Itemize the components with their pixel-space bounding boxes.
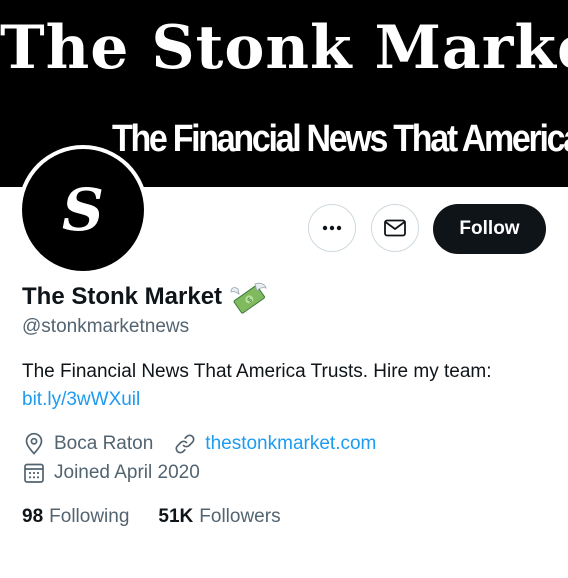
following-count: 98 [22, 506, 44, 527]
profile-meta-location-website: Boca Raton thestonkmarket.com [22, 431, 376, 457]
money-with-wings-icon: $ [230, 282, 267, 314]
following-link[interactable]: 98 Following [22, 506, 129, 528]
link-icon [175, 434, 195, 454]
envelope-icon [384, 219, 406, 237]
profile-meta-joined: Joined April 2020 [22, 460, 200, 486]
profile-bio: The Financial News That America Trusts. … [22, 358, 552, 414]
profile-joined: Joined April 2020 [54, 462, 200, 483]
followers-link[interactable]: 51K Followers [158, 506, 280, 528]
profile-stats: 98 Following 51K Followers [22, 504, 281, 530]
location-pin-icon [25, 432, 43, 455]
bio-text: The Financial News That America Trusts. … [22, 361, 492, 382]
following-label: Following [49, 506, 130, 527]
bio-link[interactable]: bit.ly/3wWXuil [22, 389, 140, 410]
more-options-button[interactable] [308, 204, 356, 252]
avatar-letter: S [62, 176, 104, 244]
banner-title: The Stonk Market [0, 13, 568, 83]
calendar-icon [24, 463, 44, 483]
followers-count: 51K [158, 506, 194, 527]
profile-website-link[interactable]: thestonkmarket.com [205, 433, 376, 455]
follow-button[interactable]: Follow [433, 204, 546, 254]
display-name: The Stonk Market [22, 283, 223, 310]
profile-handle: @stonkmarketnews [22, 316, 190, 337]
banner-tagline: The Financial News That America Trusts [112, 117, 568, 160]
more-icon [322, 225, 342, 231]
profile-location: Boca Raton [54, 433, 154, 454]
avatar-image: S [22, 149, 144, 271]
message-button[interactable] [371, 204, 419, 252]
followers-label: Followers [199, 506, 281, 527]
avatar[interactable]: S [18, 145, 148, 275]
display-name-row: The Stonk Market $ [22, 280, 268, 314]
